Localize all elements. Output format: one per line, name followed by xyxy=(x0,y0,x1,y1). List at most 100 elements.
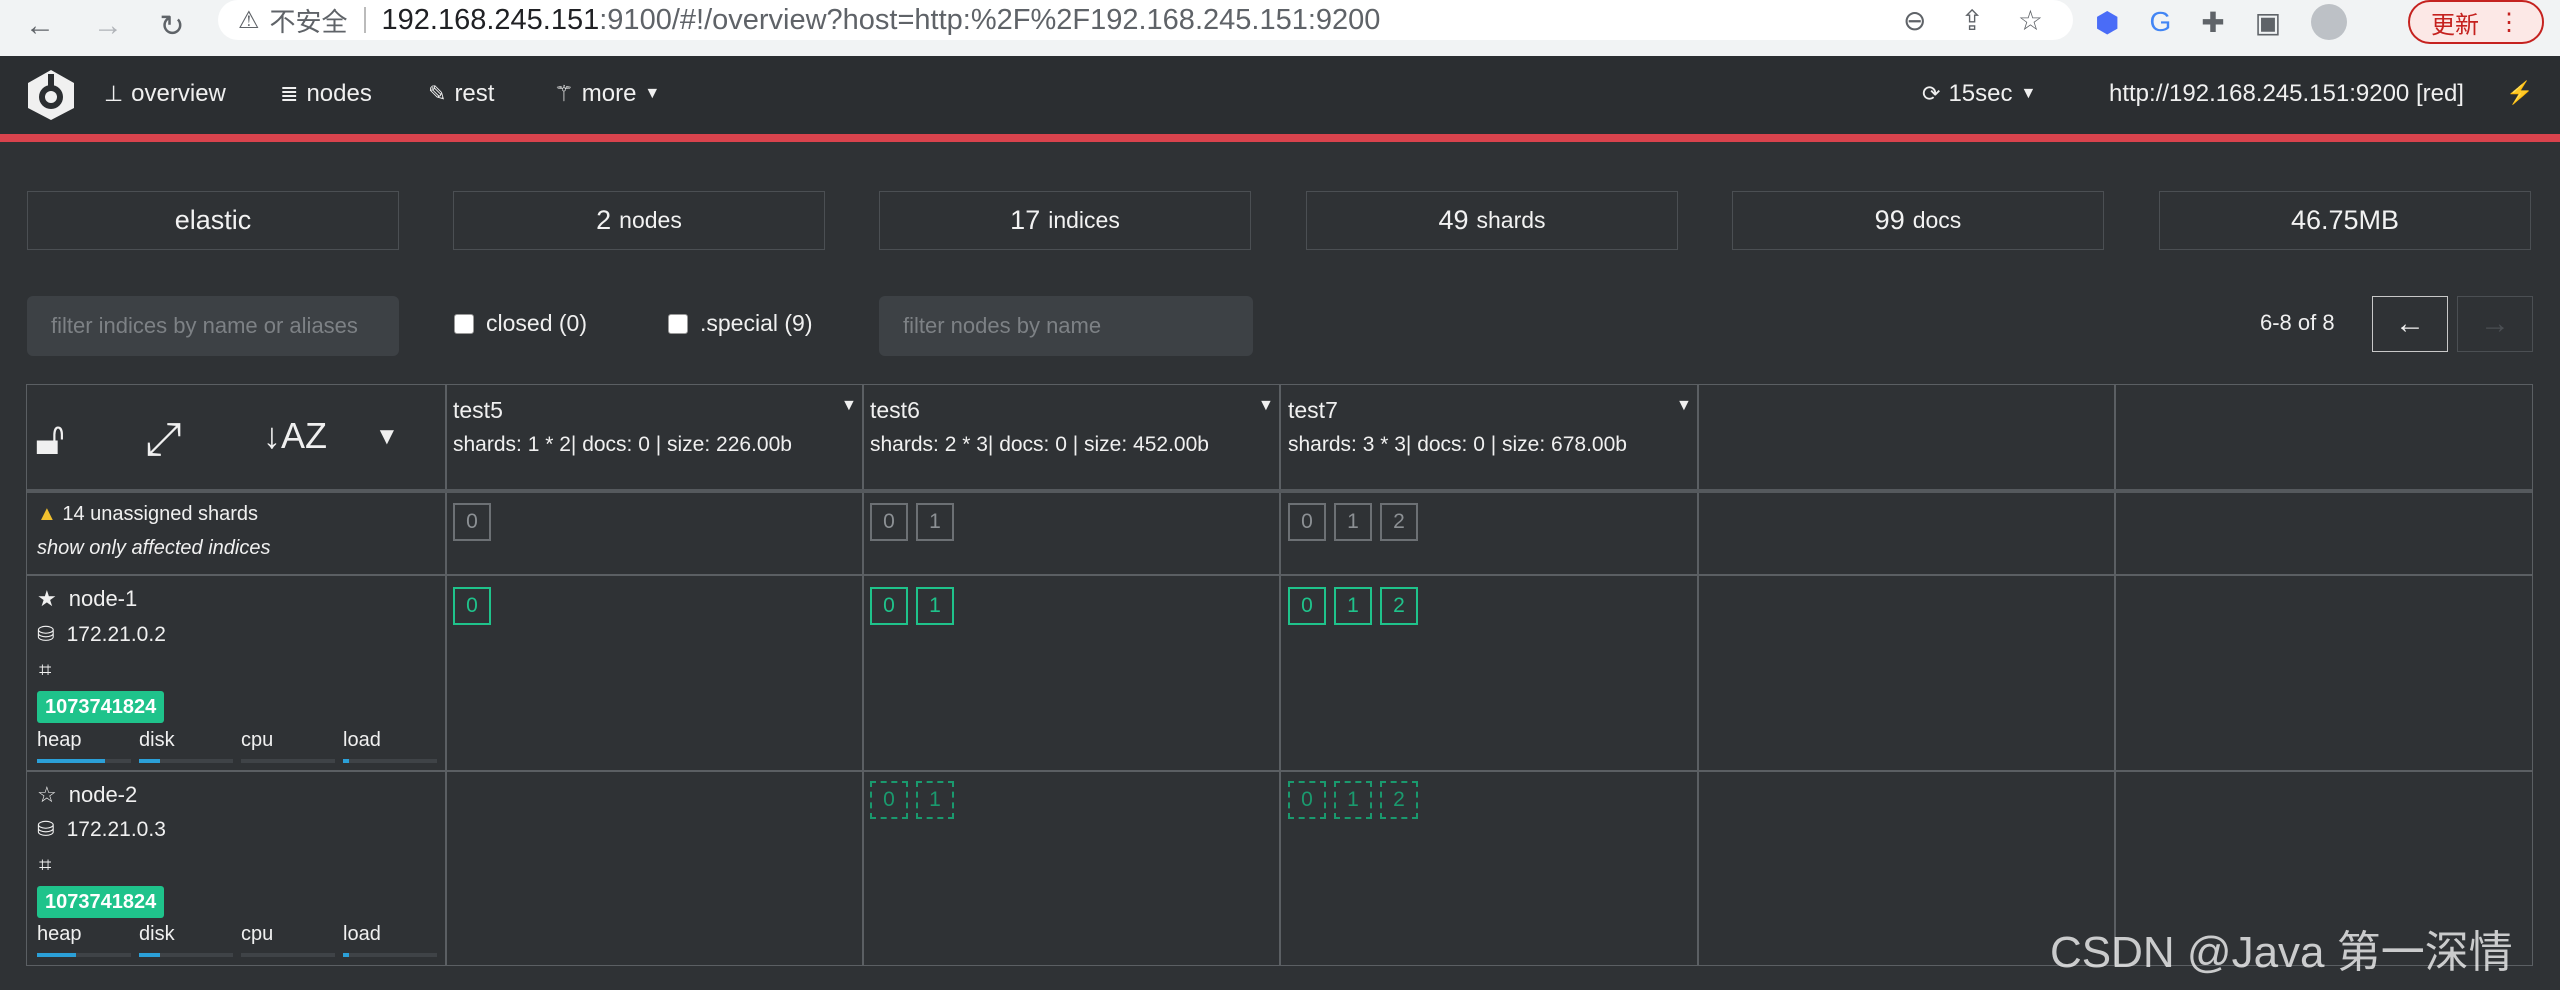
forward-icon[interactable]: → xyxy=(86,4,130,48)
indices-count: 17 xyxy=(1010,205,1041,235)
stat-nodes: 2 nodes xyxy=(453,191,825,250)
unassigned-shard[interactable]: 0 xyxy=(870,503,908,541)
non-master-star-icon: ☆ xyxy=(37,782,57,807)
index-name[interactable]: test7 xyxy=(1288,397,1338,424)
unassigned-shard[interactable]: 0 xyxy=(1288,503,1326,541)
elasticsearch-head-logo-icon[interactable] xyxy=(24,68,78,122)
disk-bar xyxy=(139,953,233,957)
unassigned-shards-label: ▲ 14 unassigned shards xyxy=(37,503,258,526)
primary-shard[interactable]: 1 xyxy=(1334,587,1372,625)
replica-shard[interactable]: 1 xyxy=(916,781,954,819)
node-ip: 172.21.0.3 xyxy=(66,817,166,841)
refresh-icon: ⟳ xyxy=(1922,81,1941,106)
closed-checkbox[interactable]: closed (0) xyxy=(454,310,587,337)
cluster-url[interactable]: http://192.168.245.151:9200 [red] xyxy=(2109,80,2464,108)
checkbox-box[interactable] xyxy=(668,313,688,334)
node-1-name[interactable]: ★ node-1 xyxy=(37,586,137,612)
index-menu-caret-icon[interactable]: ▼ xyxy=(841,397,857,415)
caret-down-icon: ▼ xyxy=(2020,85,2037,102)
unassigned-shard[interactable]: 2 xyxy=(1380,503,1418,541)
master-star-icon: ★ xyxy=(37,586,57,611)
unassigned-shard[interactable]: 0 xyxy=(453,503,491,541)
refresh-interval-dropdown[interactable]: ⟳ 15sec ▼ xyxy=(1922,80,2036,108)
unassigned-shard[interactable]: 1 xyxy=(1334,503,1372,541)
indices-label: indices xyxy=(1048,207,1120,233)
column-divider xyxy=(1279,385,1281,965)
show-affected-indices-link[interactable]: show only affected indices xyxy=(37,537,270,560)
dropdown-caret-icon[interactable]: ▼ xyxy=(375,423,399,451)
edit-icon: ✎ xyxy=(428,81,447,106)
filter-indices-input[interactable] xyxy=(27,296,399,356)
shards-label: shards xyxy=(1476,207,1546,233)
primary-shard[interactable]: 2 xyxy=(1380,587,1418,625)
unassigned-shard[interactable]: 1 xyxy=(916,503,954,541)
address-bar[interactable]: ⚠ 不安全 192.168.245.151 :9100/#!/overview?… xyxy=(218,0,2073,40)
heap-bar xyxy=(37,759,131,763)
bookmark-star-icon[interactable]: ☆ xyxy=(2018,4,2043,37)
nav-rest[interactable]: ✎ rest xyxy=(428,80,494,108)
primary-shard[interactable]: 0 xyxy=(1288,587,1326,625)
nav-overview-label: overview xyxy=(131,80,226,107)
nav-more[interactable]: ⚚ more ▼ xyxy=(554,80,660,108)
update-button[interactable]: 更新 ⋮ xyxy=(2408,0,2544,44)
index-name[interactable]: test6 xyxy=(870,397,920,424)
node-2-badge: 1073741824 xyxy=(37,886,165,918)
nav-nodes-label: nodes xyxy=(306,80,372,107)
nav-nodes[interactable]: ≣ nodes xyxy=(280,80,372,108)
primary-shard[interactable]: 1 xyxy=(916,587,954,625)
column-divider xyxy=(862,385,864,965)
kebab-menu-icon: ⋮ xyxy=(2497,8,2521,36)
node-2-name[interactable]: ☆ node-2 xyxy=(37,782,137,808)
expand-icon[interactable]: ⤢ xyxy=(145,411,182,467)
index-menu-caret-icon[interactable]: ▼ xyxy=(1258,397,1274,415)
translate-extension-icon[interactable]: G xyxy=(2149,6,2171,38)
unlock-icon[interactable]: 🔓︎ xyxy=(35,411,65,467)
zoom-icon[interactable]: ⊖ xyxy=(1903,4,1926,37)
heap-label: heap xyxy=(37,923,82,945)
checkbox-box[interactable] xyxy=(454,313,474,334)
sidepanel-icon[interactable]: ▣ xyxy=(2255,6,2281,39)
csdn-watermark: CSDN @Java 第一深情 xyxy=(2050,928,2513,977)
nodes-label: nodes xyxy=(619,207,682,233)
reload-icon[interactable]: ↻ xyxy=(150,4,194,48)
special-checkbox[interactable]: .special (9) xyxy=(668,310,812,337)
replica-shard[interactable]: 2 xyxy=(1380,781,1418,819)
share-icon[interactable]: ⇪ xyxy=(1960,4,1983,37)
disk-bar xyxy=(139,759,233,763)
crop-icon: ⌗ xyxy=(39,657,52,682)
pager-range: 6-8 of 8 xyxy=(2260,310,2335,335)
shards-count: 49 xyxy=(1438,205,1469,235)
index-name[interactable]: test5 xyxy=(453,397,503,424)
next-page-button[interactable]: → xyxy=(2457,296,2533,352)
nav-rest-label: rest xyxy=(454,80,495,107)
sort-alpha-icon[interactable]: ↓AZ xyxy=(263,415,327,457)
connect-plug-icon[interactable]: ⚡ xyxy=(2506,80,2533,106)
node-name: node-1 xyxy=(68,586,138,611)
closed-label: closed (0) xyxy=(486,310,587,336)
index-menu-caret-icon[interactable]: ▼ xyxy=(1676,397,1692,415)
node-2-ip: ⛁ 172.21.0.3 xyxy=(37,817,166,842)
extensions-puzzle-icon[interactable]: ✚ xyxy=(2201,6,2224,39)
heap-label: heap xyxy=(37,729,82,751)
replica-shard[interactable]: 0 xyxy=(1288,781,1326,819)
prev-page-button[interactable]: ← xyxy=(2372,296,2448,352)
nav-overview[interactable]: ⊥ overview xyxy=(104,80,226,108)
primary-shard[interactable]: 0 xyxy=(453,587,491,625)
cluster-name: elastic xyxy=(174,205,252,235)
load-label: load xyxy=(343,923,381,945)
primary-shard[interactable]: 0 xyxy=(870,587,908,625)
docs-count: 99 xyxy=(1874,205,1905,235)
total-size: 46.75MB xyxy=(2290,205,2400,235)
cube-extension-icon[interactable]: ⬢ xyxy=(2095,6,2119,39)
column-divider xyxy=(445,385,447,965)
filter-nodes-input[interactable] xyxy=(879,296,1253,356)
index-info: shards: 2 * 3| docs: 0 | size: 452.00b xyxy=(870,433,1209,456)
replica-shard[interactable]: 0 xyxy=(870,781,908,819)
load-bar xyxy=(343,953,437,957)
browser-chrome: ← → ↻ ⚠ 不安全 192.168.245.151 :9100/#!/ove… xyxy=(0,0,2560,56)
cpu-bar xyxy=(241,953,335,957)
replica-shard[interactable]: 1 xyxy=(1334,781,1372,819)
back-icon[interactable]: ← xyxy=(18,4,62,48)
profile-avatar[interactable] xyxy=(2311,4,2348,40)
stat-cluster-name: elastic xyxy=(27,191,399,250)
